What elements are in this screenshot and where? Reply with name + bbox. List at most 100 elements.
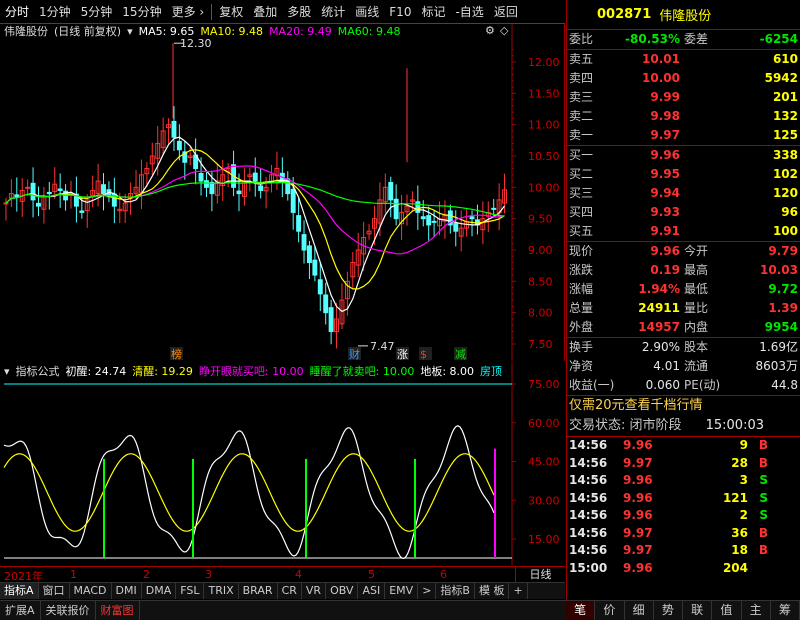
order-book-row[interactable]: 卖二 9.98 132 [567, 107, 800, 126]
toolbar-item[interactable]: 画线 [350, 1, 384, 23]
indicator-tab[interactable]: 指标B [436, 583, 475, 599]
tick-price: 9.97 [623, 525, 653, 540]
quote-tab[interactable]: 势 [654, 601, 683, 620]
indicator-tab[interactable]: 指标A [0, 583, 39, 599]
candle-body [323, 294, 329, 314]
toolbar-item[interactable]: 更多 › [167, 1, 210, 23]
order-book-row[interactable]: 买一 9.96 338 [567, 146, 800, 165]
toolbar-item[interactable]: F10 [384, 1, 416, 23]
candlestick-chart[interactable]: 伟隆股份 (日线 前复权) ▾ MA5: 9.65 MA10: 9.48 MA20: 9.… [0, 24, 565, 361]
order-book-row[interactable]: 卖四 10.00 5942 [567, 69, 800, 88]
indicator-tab[interactable]: DMA [142, 583, 177, 599]
quote-tab[interactable]: 值 [712, 601, 742, 620]
quote-tab[interactable]: 细 [625, 601, 654, 620]
fundamental-label: 股本 [684, 340, 709, 354]
indicator-tab[interactable]: VR [302, 583, 327, 599]
promo-text[interactable]: 仅需20元查看千档行情 [569, 396, 703, 415]
price-label: 12.00 [528, 56, 560, 69]
indicator-tab[interactable]: MACD [70, 583, 112, 599]
indicator-tab[interactable]: 窗口 [39, 583, 70, 599]
tick-row: 14:56 9.97 18 B [567, 542, 800, 560]
order-book-row[interactable]: 买四 9.93 96 [567, 203, 800, 222]
toolbar-item[interactable]: 统计 [316, 1, 350, 23]
indicator-axis-label: 75.00 [528, 378, 560, 391]
tick-list[interactable]: 14:56 9.96 9 B 14:56 9.97 28 B 14:56 9.96 3 S 14:56 9… [567, 437, 800, 577]
oscillator-line-white [3, 425, 495, 560]
tick-time: 14:56 [569, 508, 608, 522]
candle-body [290, 188, 296, 213]
price-label: 11.00 [528, 119, 560, 132]
toolbar-item[interactable]: 返回 [489, 1, 523, 23]
indicator-tab[interactable]: ASI [358, 583, 386, 599]
indicator-chart[interactable]: ▾ 指标公式 初醒: 24.74 清醒: 19.29 睁开眼就买吧: 10.00 睡醒了就… [0, 362, 565, 565]
stat-row: 总量 24911 量比 1.39 [567, 299, 800, 318]
bottom-spacer [140, 601, 605, 620]
order-book-row[interactable]: 卖一 9.97 125 [567, 126, 800, 145]
order-price: 9.96 [650, 148, 680, 162]
toolbar-item[interactable]: 叠加 [248, 1, 282, 23]
toolbar-item[interactable]: 1分钟 [34, 1, 76, 23]
order-book-row[interactable]: 卖三 9.99 201 [567, 88, 800, 107]
indicator-tab[interactable]: 模 板 [475, 583, 510, 599]
fundamental-row: 收益(一) 0.060 PE(动) 44.8 [567, 376, 800, 395]
indicator-tab[interactable]: > [418, 583, 437, 599]
stat-label: 最低 [684, 282, 709, 296]
indicator-tab[interactable]: TRIX [204, 583, 239, 599]
quote-tab[interactable]: 笔 [566, 601, 596, 620]
event-marker: 涨 [397, 348, 408, 361]
stat-row: 涨幅 1.94% 最低 9.72 [567, 280, 800, 299]
candle-body [393, 198, 399, 220]
quote-tab[interactable]: 联 [683, 601, 713, 620]
tick-price: 9.97 [623, 455, 653, 470]
event-marker: 财 [349, 347, 360, 361]
order-price: 9.99 [650, 90, 680, 104]
toolbar-item[interactable]: 多股 [282, 1, 316, 23]
status-time: 15:00:03 [705, 418, 764, 433]
indicator-tab[interactable]: CR [278, 583, 302, 599]
date-axis: 日线 2021年 1 2 3 4 5 6 [0, 566, 565, 583]
order-book-row[interactable]: 买二 9.95 102 [567, 165, 800, 184]
stat-label: 总量 [569, 301, 594, 315]
indicator-tab[interactable]: + [509, 583, 528, 599]
stat-row: 涨跌 0.19 最高 10.03 [567, 261, 800, 280]
indicator-tab[interactable]: BRAR [239, 583, 278, 599]
candle-body [36, 202, 41, 207]
tick-volume: 2 [739, 508, 748, 522]
order-level-label: 买三 [569, 186, 594, 200]
period-label[interactable]: 日线 [515, 567, 565, 583]
indicator-tab[interactable]: FSL [176, 583, 205, 599]
order-level-label: 卖五 [569, 52, 594, 66]
fundamentals: 换手 2.90% 股本 1.69亿 净资 4.01 流通 8603万 收益(一) 0.060 PE(… [567, 338, 800, 395]
price-label: 7.50 [528, 338, 553, 351]
bottom-tab[interactable]: 关联报价 [41, 601, 96, 620]
quote-tab[interactable]: 主 [742, 601, 771, 620]
quote-tab[interactable]: 筹 [771, 601, 800, 620]
toolbar-item[interactable]: -自选 [450, 1, 488, 23]
weicha-value: -6254 [759, 32, 798, 46]
bottom-tab[interactable]: 财富图 [96, 601, 140, 620]
indicator-tab[interactable]: OBV [326, 583, 359, 599]
tick-volume: 204 [722, 560, 748, 575]
tick-volume: 18 [731, 543, 748, 557]
order-book-row[interactable]: 买三 9.94 120 [567, 184, 800, 203]
toolbar-item[interactable]: 15分钟 [117, 1, 166, 23]
promo-row[interactable]: 仅需20元查看千档行情 [567, 396, 800, 416]
indicator-tab[interactable]: DMI [112, 583, 142, 599]
order-book-row[interactable]: 买五 9.91 100 [567, 222, 800, 241]
order-volume: 120 [772, 186, 798, 200]
toolbar-item[interactable]: 分时 [0, 1, 34, 23]
toolbar-item[interactable]: 5分钟 [76, 1, 118, 23]
tick-price: 9.96 [623, 473, 653, 487]
price-stats: 现价 9.96 今开 9.79 涨跌 0.19 最高 10.03 涨幅 1.94% 最低 9.72 总量… [567, 242, 800, 337]
indicator-tab[interactable]: EMV [385, 583, 419, 599]
order-book-row[interactable]: 卖五 10.01 610 [567, 50, 800, 69]
tick-side: S [759, 473, 768, 487]
toolbar-item[interactable]: 标记 [416, 1, 450, 23]
date-axis-label: 2 [143, 568, 150, 581]
stat-value: 1.94% [638, 282, 680, 296]
candle-body [431, 220, 437, 223]
candle-body [198, 173, 204, 182]
bottom-tab[interactable]: 扩展A [0, 601, 41, 620]
toolbar-item[interactable]: 复权 [214, 1, 248, 23]
quote-tab[interactable]: 价 [595, 601, 625, 620]
